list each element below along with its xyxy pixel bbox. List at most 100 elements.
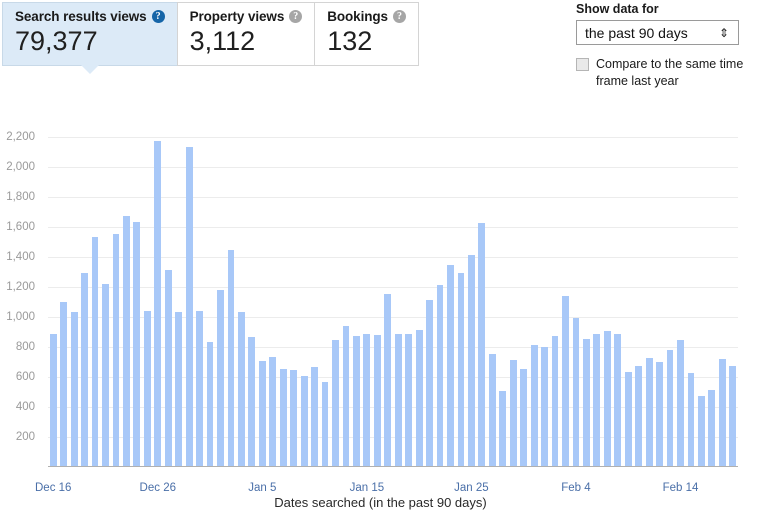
y-axis-tick-label: 600 bbox=[15, 371, 35, 383]
chart-bar[interactable] bbox=[384, 293, 392, 466]
chevron-updown-icon: ⇕ bbox=[718, 25, 729, 40]
y-axis-tick-label: 200 bbox=[15, 431, 35, 443]
chart-baseline bbox=[48, 466, 738, 467]
chart-bar[interactable] bbox=[248, 337, 256, 466]
chart-bar[interactable] bbox=[196, 310, 204, 466]
chart-bar[interactable] bbox=[363, 334, 371, 466]
date-range-select[interactable]: the past 90 days ⇕ bbox=[576, 20, 739, 45]
chart-bar[interactable] bbox=[185, 146, 193, 466]
chart-bar[interactable] bbox=[478, 223, 486, 466]
kpi-card[interactable]: Search results views? 79,377 bbox=[2, 2, 178, 76]
chart-bars bbox=[48, 122, 738, 466]
chart-bar[interactable] bbox=[645, 358, 653, 466]
kpi-card[interactable]: Property views? 3,112 bbox=[176, 2, 316, 66]
chart-bar[interactable] bbox=[436, 285, 444, 466]
chart-bar[interactable] bbox=[373, 334, 381, 466]
y-axis-tick-label: 1,000 bbox=[6, 311, 35, 323]
kpi-label-row: Bookings? bbox=[327, 9, 406, 24]
chart-bar[interactable] bbox=[677, 340, 684, 466]
chart-bar[interactable] bbox=[352, 335, 360, 466]
chart-bar[interactable] bbox=[342, 325, 350, 466]
chart-bar[interactable] bbox=[582, 338, 590, 466]
chart-bar[interactable] bbox=[60, 301, 68, 466]
chart-bar[interactable] bbox=[562, 295, 569, 466]
chart-bar[interactable] bbox=[551, 336, 559, 466]
chart-bar[interactable] bbox=[603, 331, 611, 466]
chart-bar[interactable] bbox=[447, 265, 454, 466]
chart-bar[interactable] bbox=[614, 334, 622, 466]
chart-bar[interactable] bbox=[467, 255, 475, 466]
chart-bar[interactable] bbox=[133, 221, 141, 466]
chart-bar[interactable] bbox=[708, 390, 716, 466]
chart-bar[interactable] bbox=[217, 289, 224, 466]
help-circle-icon[interactable]: ? bbox=[151, 10, 165, 23]
chart-bar[interactable] bbox=[91, 236, 99, 466]
x-axis-tick-label: Feb 4 bbox=[561, 482, 591, 494]
x-axis-tick-label: Dec 26 bbox=[139, 482, 176, 494]
chart-bar[interactable] bbox=[122, 216, 130, 466]
chart-bar[interactable] bbox=[269, 356, 277, 466]
chart-bar[interactable] bbox=[635, 366, 643, 466]
chart-bar[interactable] bbox=[311, 367, 319, 466]
x-axis-tick-label: Jan 5 bbox=[248, 482, 277, 494]
chart-bar[interactable] bbox=[143, 310, 151, 466]
chart-bar[interactable] bbox=[509, 359, 517, 466]
chart-bar[interactable] bbox=[102, 283, 109, 466]
chart-bar[interactable] bbox=[321, 382, 329, 466]
help-circle-icon[interactable]: ? bbox=[289, 10, 303, 23]
chart-bar[interactable] bbox=[624, 372, 632, 466]
chart-bar[interactable] bbox=[206, 341, 214, 466]
kpi-label: Property views bbox=[189, 9, 285, 24]
kpi-label-row: Search results views? bbox=[15, 9, 165, 24]
chart-bar[interactable] bbox=[112, 234, 120, 466]
chart-bar[interactable] bbox=[300, 376, 308, 466]
chart-bar[interactable] bbox=[426, 300, 434, 466]
chart-bar[interactable] bbox=[405, 334, 413, 466]
chart-bar[interactable] bbox=[499, 391, 507, 466]
compare-checkbox-row[interactable]: Compare to the same time frame last year bbox=[576, 56, 756, 90]
chart-bar[interactable] bbox=[415, 330, 423, 466]
chart-bar[interactable] bbox=[697, 395, 705, 466]
chart-bar[interactable] bbox=[49, 334, 57, 466]
chart-bar[interactable] bbox=[572, 318, 580, 466]
chart-bar[interactable] bbox=[457, 273, 465, 466]
chart-bar[interactable] bbox=[81, 273, 89, 466]
chart-bar[interactable] bbox=[656, 361, 664, 466]
chart-bar[interactable] bbox=[258, 361, 266, 466]
chart-bar[interactable] bbox=[729, 366, 737, 466]
chart-bar[interactable] bbox=[237, 311, 245, 466]
kpi-value: 132 bbox=[327, 26, 373, 56]
y-axis-tick-label: 1,800 bbox=[6, 191, 35, 203]
chart-bar[interactable] bbox=[279, 368, 287, 466]
chart-bar[interactable] bbox=[530, 345, 538, 466]
chart-bar[interactable] bbox=[666, 349, 674, 466]
chart-bar[interactable] bbox=[70, 312, 78, 466]
chart-bar[interactable] bbox=[164, 269, 172, 466]
y-axis-tick-label: 1,400 bbox=[6, 251, 35, 263]
kpi-value: 79,377 bbox=[15, 26, 98, 56]
chart-bar[interactable] bbox=[718, 358, 726, 466]
y-axis-tick-label: 2,000 bbox=[6, 161, 35, 173]
data-range-controls: Show data for the past 90 days ⇕ Compare… bbox=[576, 2, 756, 90]
kpi-label-row: Property views? bbox=[190, 9, 303, 24]
x-axis-title: Dates searched (in the past 90 days) bbox=[274, 495, 487, 510]
chart-bar[interactable] bbox=[394, 334, 402, 466]
chart-bar[interactable] bbox=[175, 311, 183, 466]
kpi-card[interactable]: Bookings? 132 bbox=[314, 2, 419, 66]
help-circle-icon[interactable]: ? bbox=[392, 10, 406, 23]
chart-bar[interactable] bbox=[332, 340, 339, 466]
chart-bar[interactable] bbox=[593, 334, 601, 466]
chart-bar[interactable] bbox=[154, 141, 162, 466]
chart-bar[interactable] bbox=[227, 250, 235, 466]
chart-bar[interactable] bbox=[687, 373, 695, 466]
chart-bar[interactable] bbox=[520, 368, 528, 466]
compare-checkbox-label: Compare to the same time frame last year bbox=[596, 57, 744, 88]
x-axis-tick-label: Dec 16 bbox=[35, 482, 72, 494]
y-axis-tick-label: 1,200 bbox=[6, 281, 35, 293]
kpi-card-group: Search results views? 79,377 Property view… bbox=[2, 2, 419, 76]
compare-checkbox[interactable] bbox=[576, 58, 589, 71]
y-axis-tick-label: 800 bbox=[15, 341, 35, 353]
chart-bar[interactable] bbox=[541, 346, 549, 466]
chart-bar[interactable] bbox=[488, 353, 496, 466]
chart-bar[interactable] bbox=[290, 370, 298, 466]
